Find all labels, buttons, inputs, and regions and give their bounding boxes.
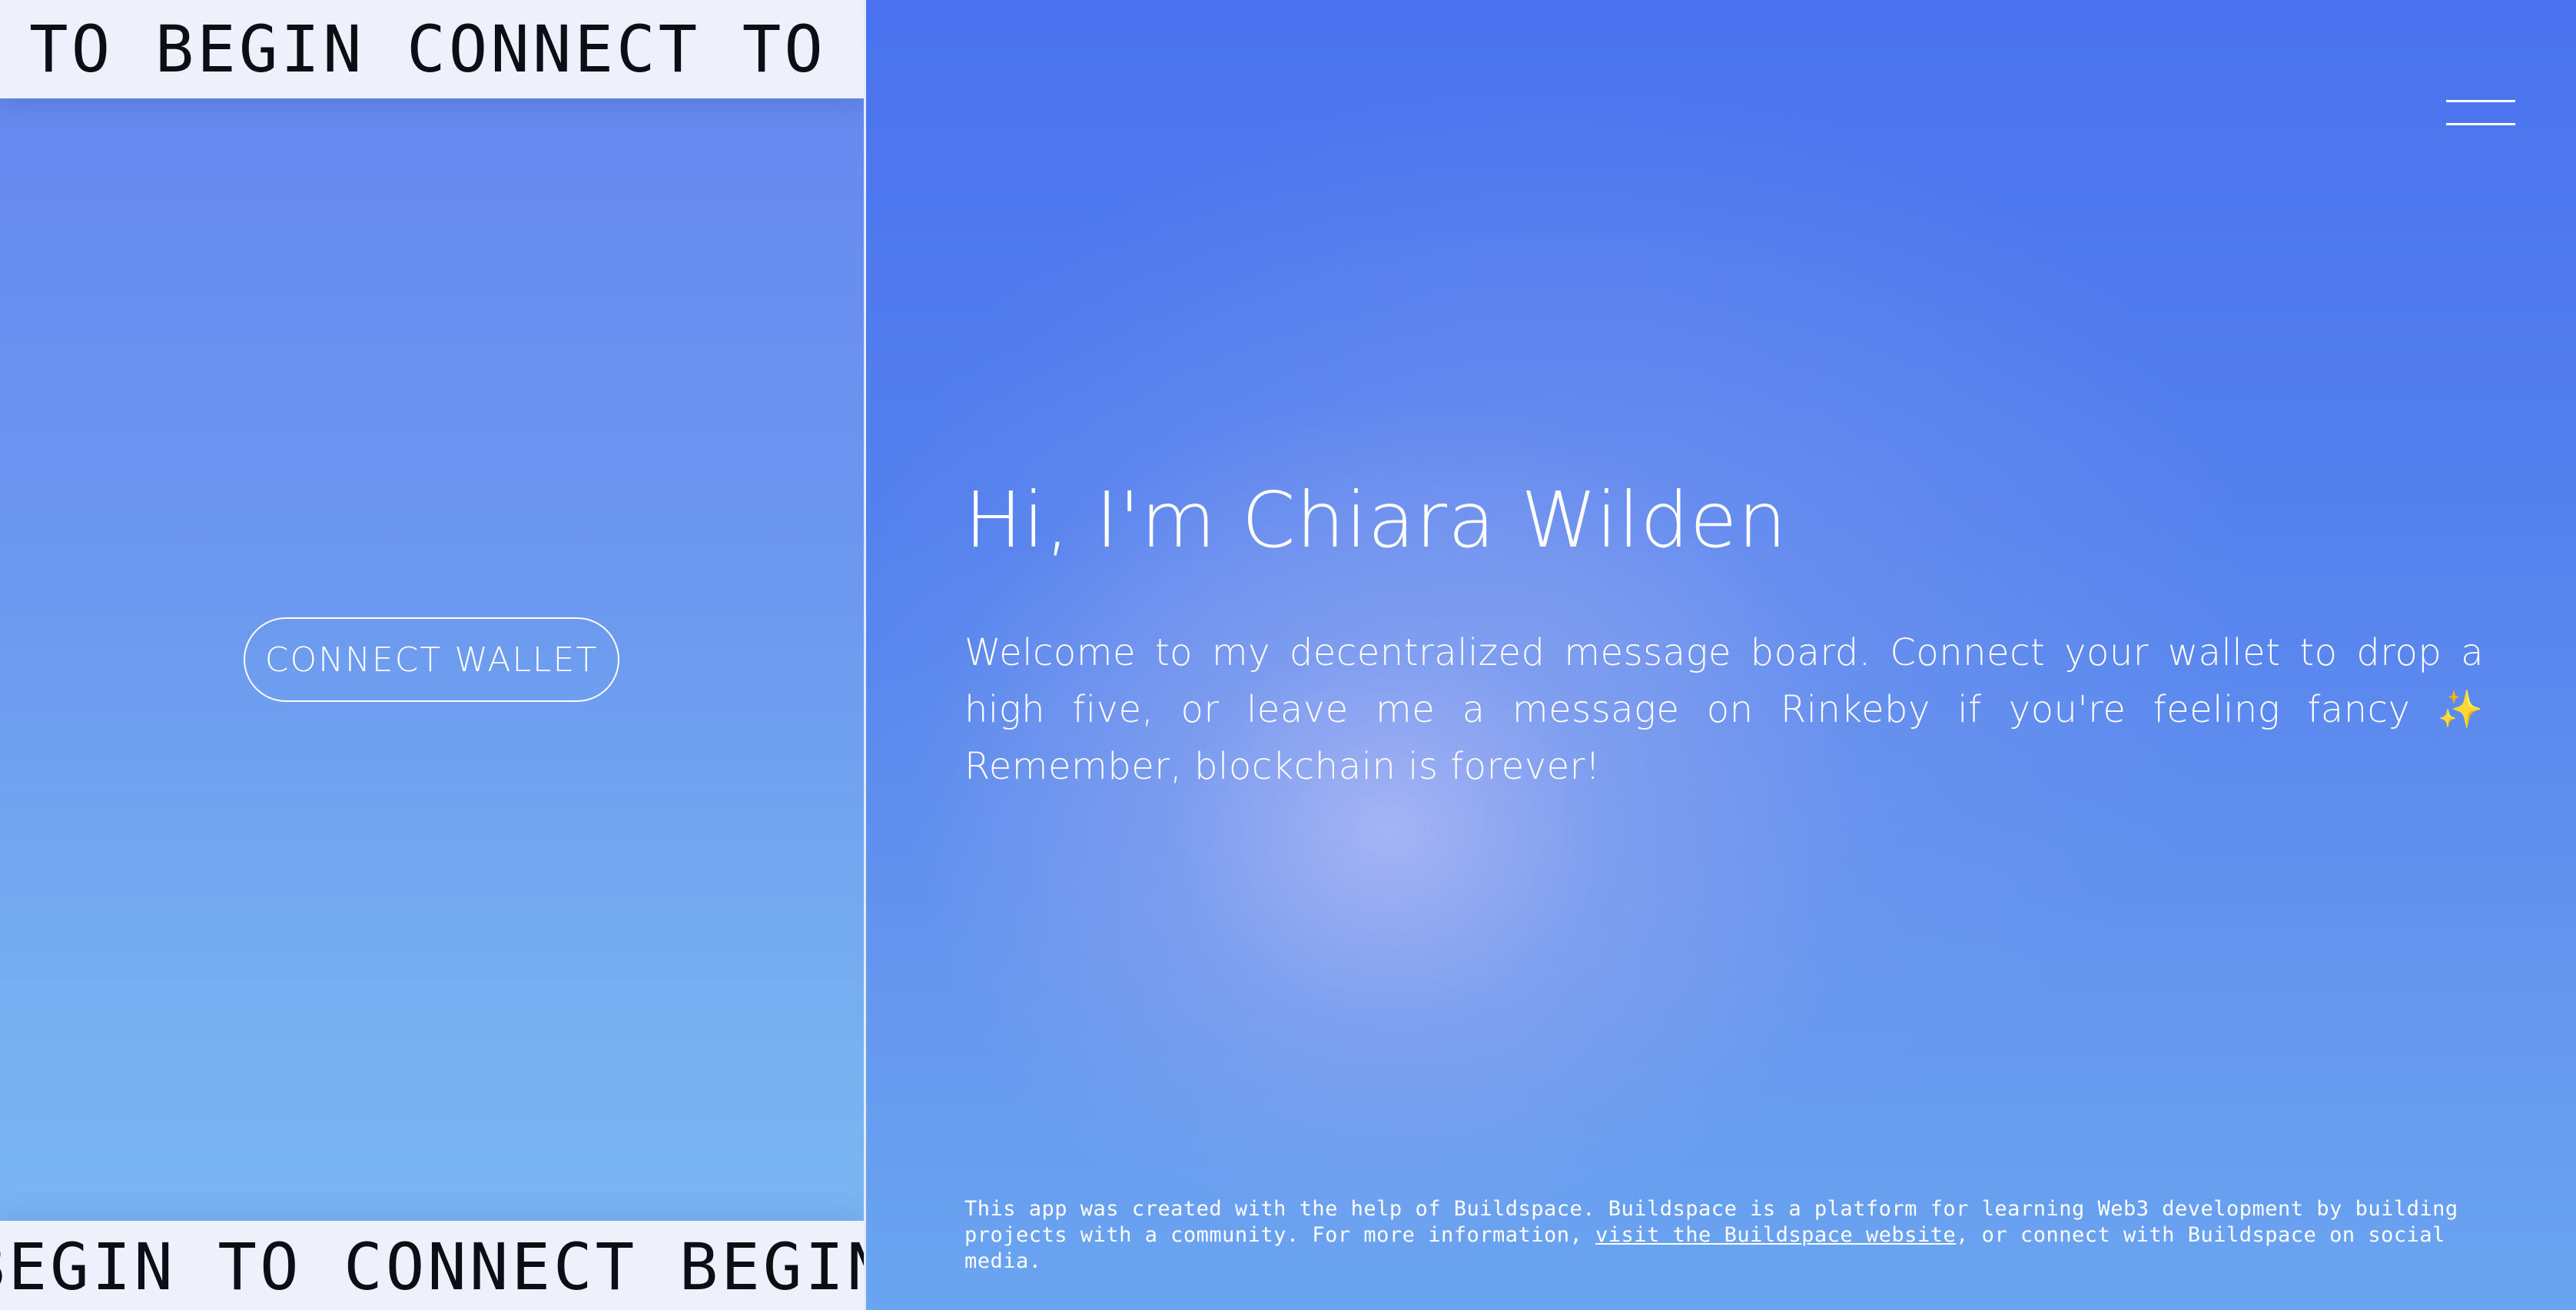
footer-credits: This app was created with the help of Bu… — [964, 1196, 2484, 1275]
marquee-bottom: BEGIN TO CONNECT BEGIN TO CONNECT BEGIN … — [0, 1221, 864, 1310]
page-title: Hi, I'm Chiara Wilden — [964, 475, 1788, 565]
wallet-panel: TO BEGIN CONNECT TO BEGIN CONNECT TO BEG… — [0, 0, 864, 1310]
marquee-bottom-text: BEGIN TO CONNECT BEGIN TO CONNECT BEGIN … — [0, 1229, 864, 1305]
hamburger-menu-icon — [2446, 100, 2515, 102]
marquee-top-text: TO BEGIN CONNECT TO BEGIN CONNECT TO BEG… — [29, 12, 864, 87]
marquee-top: TO BEGIN CONNECT TO BEGIN CONNECT TO BEG… — [0, 0, 864, 98]
buildspace-link[interactable]: visit the Buildspace website — [1595, 1223, 1956, 1247]
menu-button[interactable] — [2446, 95, 2515, 129]
page: TO BEGIN CONNECT TO BEGIN CONNECT TO BEG… — [0, 0, 2576, 1310]
intro-panel: Hi, I'm Chiara Wilden Welcome to my dece… — [866, 0, 2576, 1310]
intro-paragraph: Welcome to my decentralized message boar… — [964, 631, 2484, 788]
hamburger-menu-icon-line — [2446, 123, 2515, 125]
connect-wallet-button[interactable]: CONNECT WALLET — [244, 617, 619, 702]
